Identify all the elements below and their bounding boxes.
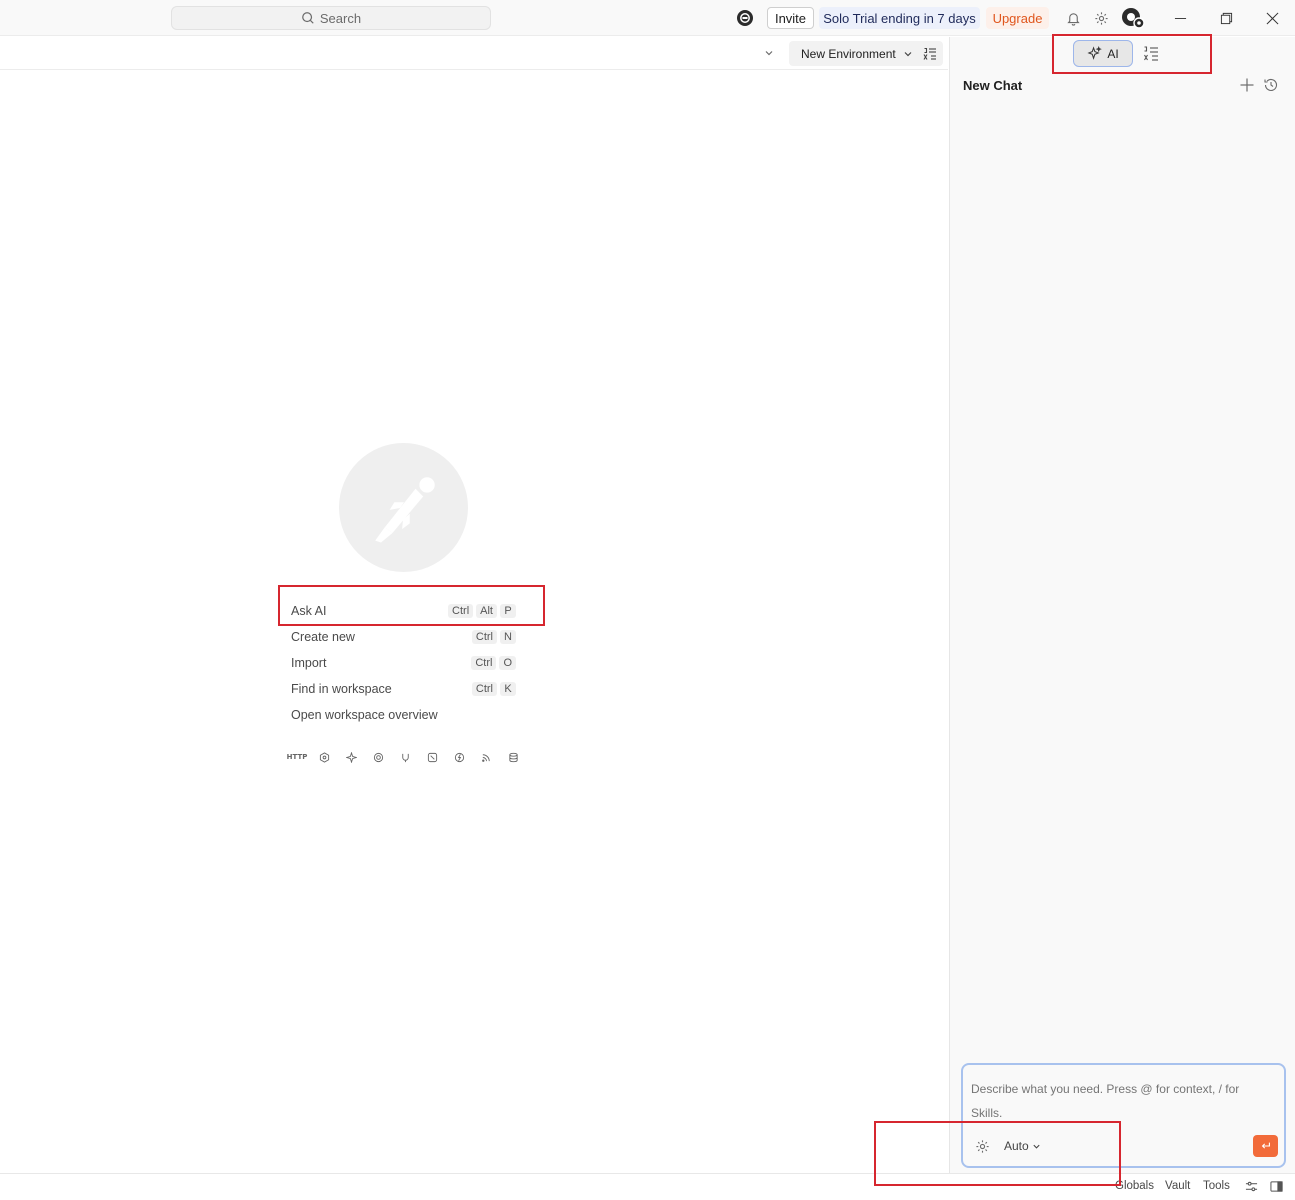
- socketio-icon[interactable]: [423, 749, 441, 765]
- shortcut-key: Alt: [476, 604, 497, 618]
- shortcut-key: P: [500, 604, 516, 618]
- sse-icon[interactable]: [477, 749, 495, 765]
- trial-badge[interactable]: Solo Trial ending in 7 days: [819, 7, 980, 29]
- status-bar: Globals Vault Tools: [0, 1173, 1295, 1200]
- shortcut-key: Ctrl: [471, 682, 497, 696]
- chevron-down-icon[interactable]: [762, 46, 776, 60]
- gear-icon[interactable]: [975, 1139, 991, 1155]
- shortcut-keys: Ctrl O: [471, 656, 516, 670]
- workspace-toolbar: New Environment: [0, 37, 948, 70]
- model-selector[interactable]: Auto: [1004, 1139, 1041, 1153]
- menu-item-label: Create new: [291, 630, 355, 644]
- shortcut-key: Ctrl: [448, 604, 474, 618]
- chat-input[interactable]: [971, 1077, 1271, 1127]
- chevron-down-icon: [904, 51, 912, 56]
- vault-link[interactable]: Vault: [1165, 1180, 1190, 1192]
- bell-icon[interactable]: [1064, 9, 1082, 27]
- request-type-icons: HTTP: [287, 749, 522, 765]
- menu-item-import[interactable]: Import Ctrl O: [291, 653, 516, 673]
- variables-tab-icon[interactable]: [1143, 45, 1160, 62]
- shortcut-keys: Ctrl N: [471, 630, 516, 644]
- shortcut-key: K: [500, 682, 516, 696]
- http-icon[interactable]: HTTP: [287, 749, 308, 765]
- rocket-astronaut-icon: [374, 476, 435, 543]
- menu-item-label: Ask AI: [291, 604, 327, 618]
- websocket-icon[interactable]: [396, 749, 414, 765]
- ai-chat-panel: AI New Chat Auto: [949, 37, 1295, 1173]
- menu-item-create-new[interactable]: Create new Ctrl N: [291, 627, 516, 647]
- plus-icon[interactable]: [1239, 77, 1255, 93]
- menu-item-workspace-overview[interactable]: Open workspace overview: [291, 705, 516, 725]
- minimize-icon[interactable]: [1168, 6, 1192, 30]
- chat-composer: Auto: [961, 1063, 1286, 1168]
- menu-item-label: Find in workspace: [291, 682, 392, 696]
- close-icon[interactable]: [1260, 6, 1284, 30]
- chevron-down-icon: [1033, 1144, 1040, 1149]
- sparkles-icon: [1087, 46, 1103, 60]
- search-icon: [302, 12, 314, 24]
- shortcut-keys: Ctrl K: [471, 682, 516, 696]
- shortcut-keys: Ctrl Alt P: [448, 604, 516, 618]
- avatar[interactable]: [1121, 7, 1145, 29]
- menu-item-label: Open workspace overview: [291, 708, 438, 722]
- send-button[interactable]: [1253, 1135, 1278, 1157]
- ai-tab-label: AI: [1107, 46, 1119, 61]
- chat-title: New Chat: [963, 78, 1023, 93]
- shortcut-key: Ctrl: [471, 656, 497, 670]
- search-bar[interactable]: Search: [171, 6, 491, 30]
- toggle-panel-icon[interactable]: [1270, 1180, 1284, 1194]
- ai-icon[interactable]: [342, 749, 360, 765]
- settings-sliders-icon[interactable]: [1245, 1180, 1259, 1194]
- enter-icon: [1261, 1142, 1270, 1149]
- upgrade-button[interactable]: Upgrade: [986, 7, 1049, 29]
- graphql-icon[interactable]: [315, 749, 333, 765]
- menu-item-label: Import: [291, 656, 327, 670]
- menu-item-find-in-workspace[interactable]: Find in workspace Ctrl K: [291, 679, 516, 699]
- shortcut-key: N: [500, 630, 516, 644]
- title-bar: Search Invite Solo Trial ending in 7 day…: [0, 0, 1295, 36]
- shortcut-key: O: [499, 656, 516, 670]
- database-icon[interactable]: [504, 749, 522, 765]
- gear-icon[interactable]: [1092, 9, 1110, 27]
- globals-link[interactable]: Globals: [1115, 1180, 1154, 1192]
- sync-status-icon[interactable]: [736, 9, 754, 27]
- environment-label: New Environment: [801, 46, 896, 61]
- tools-link[interactable]: Tools: [1203, 1180, 1230, 1192]
- grpc-icon[interactable]: [369, 749, 387, 765]
- shortcut-key: Ctrl: [471, 630, 497, 644]
- invite-button[interactable]: Invite: [767, 7, 814, 29]
- menu-item-ask-ai[interactable]: Ask AI Ctrl Alt P: [291, 601, 516, 621]
- restore-icon[interactable]: [1214, 6, 1238, 30]
- model-label: Auto: [1004, 1139, 1029, 1153]
- app-logo: [339, 443, 468, 572]
- mqtt-icon[interactable]: [450, 749, 468, 765]
- environment-select[interactable]: New Environment: [789, 41, 943, 66]
- history-icon[interactable]: [1263, 77, 1279, 93]
- ai-tab[interactable]: AI: [1073, 40, 1133, 67]
- search-placeholder: Search: [319, 10, 362, 26]
- environment-variables-icon[interactable]: [923, 47, 937, 61]
